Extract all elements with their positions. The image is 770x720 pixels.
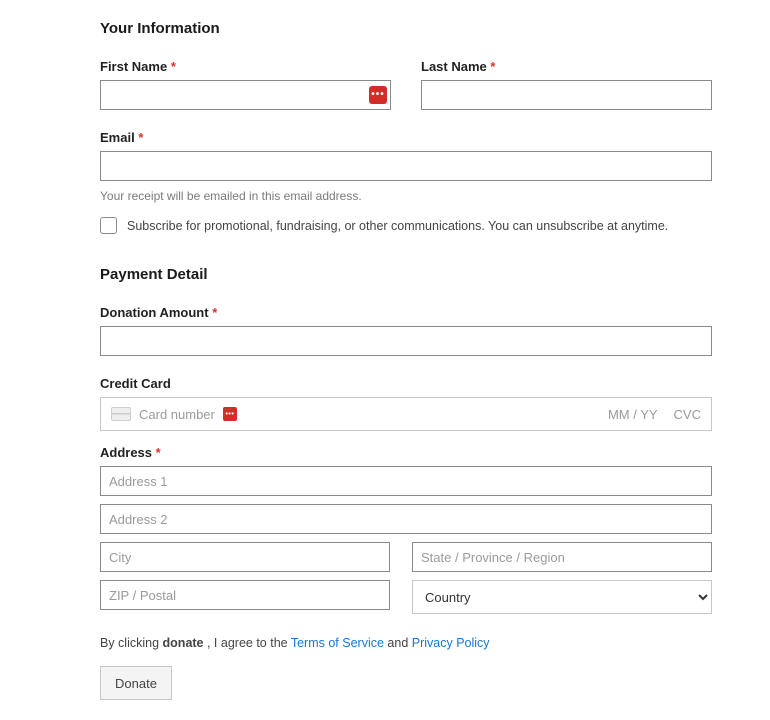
card-icon: [111, 407, 131, 421]
address-label: Address *: [100, 445, 712, 460]
credit-card-input[interactable]: Card number ••• MM / YY CVC: [100, 397, 712, 431]
card-expiry-placeholder: MM / YY: [608, 407, 658, 422]
lastpass-dots: •••: [225, 411, 234, 418]
donation-amount-input[interactable]: [100, 326, 712, 356]
donation-amount-label-text: Donation Amount: [100, 305, 209, 320]
agree-and: and: [384, 636, 412, 650]
state-input[interactable]: [412, 542, 712, 572]
agree-mid: , I agree to the: [204, 636, 291, 650]
city-input[interactable]: [100, 542, 390, 572]
first-name-input[interactable]: [100, 80, 391, 110]
card-number-placeholder: Card number: [139, 407, 215, 422]
lastpass-icon[interactable]: •••: [369, 86, 387, 104]
address1-input[interactable]: [100, 466, 712, 496]
payment-detail-title: Payment Detail: [100, 266, 712, 283]
required-asterisk: *: [156, 445, 161, 460]
required-asterisk: *: [212, 305, 217, 320]
country-select[interactable]: Country: [412, 580, 712, 614]
first-name-label: First Name *: [100, 59, 391, 74]
email-input[interactable]: [100, 151, 712, 181]
address-label-text: Address: [100, 445, 152, 460]
agree-bold: donate: [163, 636, 204, 650]
required-asterisk: *: [490, 59, 495, 74]
address2-input[interactable]: [100, 504, 712, 534]
required-asterisk: *: [171, 59, 176, 74]
lastpass-icon[interactable]: •••: [223, 407, 237, 421]
subscribe-label: Subscribe for promotional, fundraising, …: [127, 219, 668, 233]
donation-amount-label: Donation Amount *: [100, 305, 712, 320]
email-label-text: Email: [100, 130, 135, 145]
first-name-label-text: First Name: [100, 59, 167, 74]
your-information-title: Your Information: [100, 20, 712, 37]
lastpass-dots: •••: [371, 90, 385, 100]
last-name-label: Last Name *: [421, 59, 712, 74]
zip-input[interactable]: [100, 580, 390, 610]
card-cvc-placeholder: CVC: [674, 407, 701, 422]
email-label: Email *: [100, 130, 712, 145]
tos-link[interactable]: Terms of Service: [291, 636, 384, 650]
last-name-label-text: Last Name: [421, 59, 487, 74]
required-asterisk: *: [138, 130, 143, 145]
credit-card-label: Credit Card: [100, 376, 712, 391]
privacy-link[interactable]: Privacy Policy: [412, 636, 490, 650]
subscribe-checkbox[interactable]: [100, 217, 117, 234]
agree-pre: By clicking: [100, 636, 163, 650]
last-name-input[interactable]: [421, 80, 712, 110]
agree-text: By clicking donate , I agree to the Term…: [100, 636, 712, 650]
donate-button[interactable]: Donate: [100, 666, 172, 700]
email-helper-text: Your receipt will be emailed in this ema…: [100, 189, 712, 203]
